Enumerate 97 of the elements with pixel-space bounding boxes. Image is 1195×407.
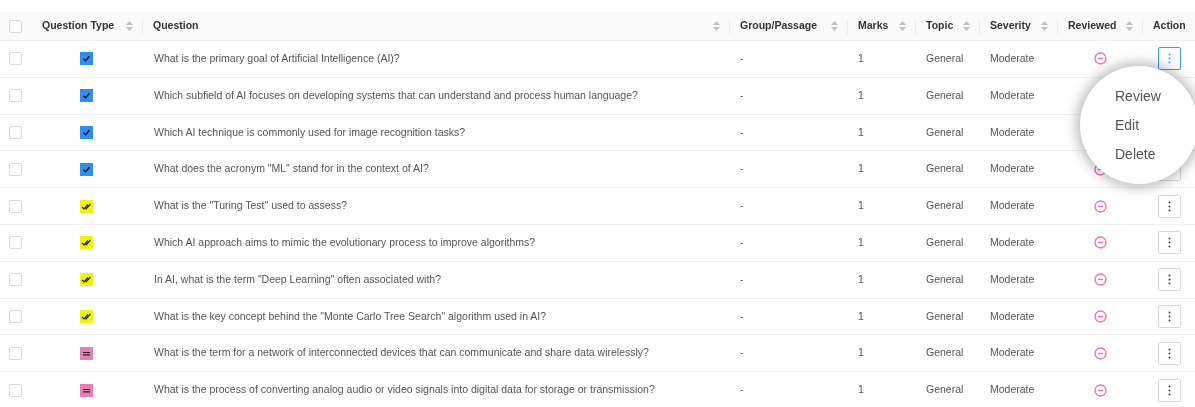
group-cell: - — [740, 383, 744, 396]
row-checkbox[interactable] — [8, 199, 22, 213]
checkbox-icon — [80, 89, 93, 103]
marks-cell: 1 — [858, 309, 864, 322]
sort-icon[interactable] — [713, 21, 720, 31]
topic-cell: General — [926, 272, 964, 285]
question-text: Which AI technique is commonly used for image recognition tasks? — [154, 125, 466, 138]
marks-cell: 1 — [858, 236, 864, 248]
severity-cell: Moderate — [990, 199, 1035, 212]
severity-cell: Moderate — [990, 162, 1035, 175]
more-icon — [1167, 310, 1171, 322]
column-header: Marks — [858, 18, 889, 34]
question-text: What is the key concept behind the "Monte Carlo Tree Search" algorithm used in AI? — [154, 309, 547, 322]
column-header: Topic — [926, 18, 954, 34]
column-header: Severity — [990, 18, 1031, 34]
group-cell: - — [740, 162, 744, 175]
question-text: Which subfield of AI focuses on developing systems that can understand and process human language? — [154, 88, 638, 101]
column-header: Action — [1153, 18, 1186, 34]
topic-cell: General — [926, 383, 964, 396]
topic-cell: General — [926, 88, 964, 101]
sort-icon[interactable] — [1041, 21, 1048, 31]
column-header: Question Type — [42, 18, 115, 34]
equals-icon — [80, 383, 93, 397]
row-checkbox[interactable] — [8, 236, 22, 250]
marks-cell: 1 — [858, 162, 864, 175]
column-header: Question — [153, 18, 199, 34]
group-cell: - — [740, 52, 744, 64]
marks-cell: 1 — [858, 199, 864, 212]
severity-cell: Moderate — [990, 309, 1035, 322]
question-text: What does the acronym "ML" stand for in the context of AI? — [154, 162, 429, 175]
group-cell: - — [740, 309, 744, 322]
group-cell: - — [740, 346, 744, 359]
topic-cell: General — [926, 162, 964, 175]
row-checkbox[interactable] — [8, 52, 22, 66]
select-all-checkbox[interactable] — [8, 19, 22, 33]
row-checkbox[interactable] — [8, 162, 22, 176]
column-header: Reviewed — [1068, 18, 1117, 34]
severity-cell: Moderate — [990, 383, 1035, 396]
question-text: Which AI approach aims to mimic the evolutionary process to improve algorithms? — [154, 236, 536, 248]
more-icon — [1167, 384, 1171, 396]
checkbox-icon — [80, 126, 93, 139]
equals-icon — [80, 346, 93, 360]
row-checkbox[interactable] — [8, 383, 22, 397]
row-checkbox[interactable] — [8, 346, 22, 360]
more-button[interactable] — [1157, 47, 1181, 71]
group-cell: - — [740, 199, 744, 212]
row-checkbox[interactable] — [8, 89, 22, 103]
topic-cell: General — [926, 125, 964, 138]
topic-cell: General — [926, 199, 964, 212]
sort-icon[interactable] — [963, 21, 970, 31]
group-cell: - — [740, 272, 744, 285]
severity-cell: Moderate — [990, 125, 1035, 138]
severity-cell: Moderate — [990, 236, 1035, 248]
marks-cell: 1 — [858, 88, 864, 101]
more-icon — [1167, 237, 1171, 249]
sort-icon[interactable] — [899, 21, 906, 31]
marks-cell: 1 — [858, 125, 864, 138]
question-text: What is the "Turing Test" used to assess? — [154, 199, 348, 212]
question-text: What is the process of converting analog audio or video signals into digital data for storage or transmission? — [154, 383, 655, 396]
severity-cell: Moderate — [990, 52, 1035, 64]
topic-cell: General — [926, 346, 964, 359]
checkbox-icon — [80, 52, 93, 66]
menu-item[interactable]: Edit — [1115, 114, 1195, 136]
topic-cell: General — [926, 236, 964, 248]
more-icon — [1167, 200, 1171, 212]
more-icon — [1167, 53, 1171, 65]
severity-cell: Moderate — [990, 88, 1035, 101]
question-text: What is the term for a network of interconnected devices that can communicate and share data wirelessly? — [154, 346, 649, 359]
double-check-icon — [80, 236, 93, 250]
marks-cell: 1 — [858, 346, 864, 359]
question-text: In AI, what is the term "Deep Learning" often associated with? — [154, 272, 442, 285]
topic-cell: General — [926, 309, 964, 322]
row-checkbox[interactable] — [8, 309, 22, 323]
group-cell: - — [740, 125, 744, 138]
sort-icon[interactable] — [1126, 21, 1133, 31]
sort-icon[interactable] — [126, 21, 133, 31]
marks-cell: 1 — [858, 383, 864, 396]
severity-cell: Moderate — [990, 346, 1035, 359]
row-checkbox[interactable] — [8, 126, 22, 139]
menu-item[interactable]: Delete — [1115, 143, 1195, 165]
question-text: What is the primary goal of Artificial Intelligence (AI)? — [154, 52, 400, 64]
menu-item[interactable]: Review — [1115, 85, 1195, 107]
row-checkbox[interactable] — [8, 273, 22, 287]
marks-cell: 1 — [858, 272, 864, 285]
topic-cell: General — [926, 52, 964, 64]
sort-icon[interactable] — [831, 21, 838, 31]
more-icon — [1167, 274, 1171, 286]
more-icon — [1167, 347, 1171, 359]
marks-cell: 1 — [858, 52, 864, 64]
column-header: Group/Passage — [740, 18, 818, 34]
checkbox-icon — [80, 162, 93, 176]
double-check-icon — [80, 199, 93, 213]
double-check-icon — [80, 309, 93, 323]
group-cell: - — [740, 236, 744, 248]
severity-cell: Moderate — [990, 272, 1035, 285]
double-check-icon — [80, 273, 93, 287]
group-cell: - — [740, 88, 744, 101]
